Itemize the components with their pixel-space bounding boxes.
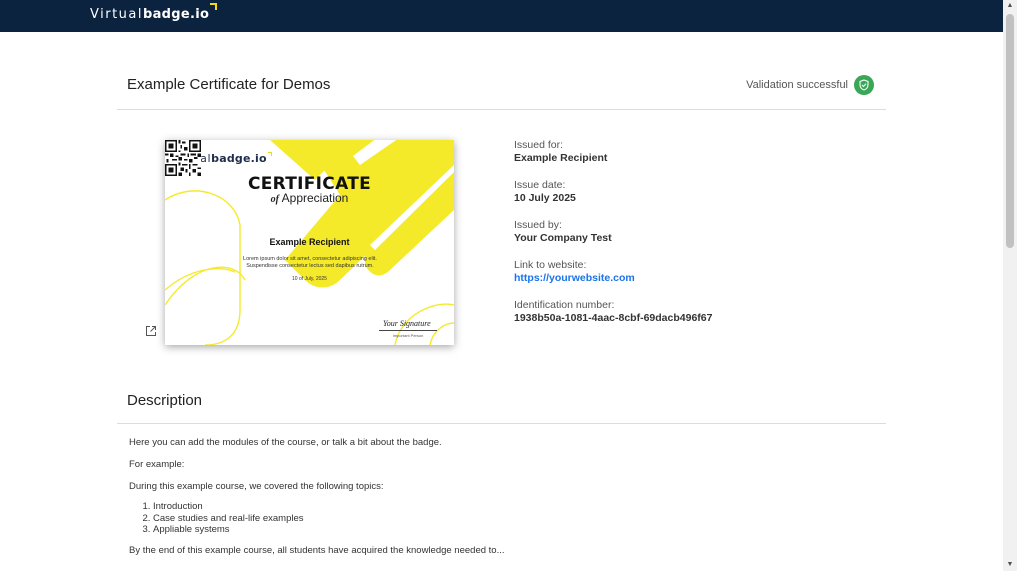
brand-logo[interactable]: Virtualbadge.io	[90, 3, 218, 25]
website-link[interactable]: https://yourwebsite.com	[514, 272, 712, 285]
description-divider	[117, 423, 886, 424]
description-intro: Here you can add the modules of the cour…	[129, 437, 442, 448]
list-item: Appliable systems	[153, 524, 304, 536]
identification-number: Identification number: 1938b50a-1081-4aa…	[514, 299, 712, 325]
issued-for: Issued for: Example Recipient	[514, 139, 712, 165]
issued-by: Issued by: Your Company Test	[514, 219, 712, 245]
page-scrollbar[interactable]: ▲ ▼	[1003, 0, 1017, 571]
issue-date-value: 10 July 2025	[514, 192, 576, 204]
description-closing: By the end of this example course, all s…	[129, 545, 505, 556]
topics-list: Introduction Case studies and real-life …	[129, 501, 304, 536]
qr-code-icon	[165, 140, 201, 176]
certificate-body-text: Lorem ipsum dolor sit amet, consectetur …	[243, 256, 377, 269]
list-item: Introduction	[153, 501, 304, 513]
issued-by-label: Issued by:	[514, 219, 562, 231]
issue-date: Issue date: 10 July 2025	[514, 179, 712, 205]
certificate-subheading: of Appreciation	[270, 191, 349, 205]
validation-text: Validation successful	[746, 79, 848, 91]
description-example-label: For example:	[129, 459, 185, 470]
identification-number-label: Identification number:	[514, 299, 615, 311]
header-divider	[117, 109, 886, 110]
issue-date-label: Issue date:	[514, 179, 566, 191]
validation-status: Validation successful	[746, 75, 874, 95]
description-topics-intro: During this example course, we covered t…	[129, 481, 384, 492]
issued-for-label: Issued for:	[514, 139, 564, 151]
scroll-down-arrow-icon[interactable]: ▼	[1003, 559, 1017, 571]
certificate-signature: Your Signature	[383, 319, 431, 328]
top-navbar: Virtualbadge.io	[0, 0, 1003, 32]
certificate-date: 10 of July, 2025	[292, 276, 327, 282]
logo-text-light: Virtual	[90, 7, 143, 22]
website-label: Link to website:	[514, 259, 587, 271]
list-item: Case studies and real-life examples	[153, 513, 304, 525]
certificate-signer: Important Person	[392, 333, 424, 338]
issued-by-value: Your Company Test	[514, 232, 612, 244]
certificate-title: Example Certificate for Demos	[127, 76, 331, 93]
scroll-thumb[interactable]	[1006, 14, 1014, 248]
shield-check-icon	[854, 75, 874, 95]
certificate-recipient: Example Recipient	[269, 237, 350, 247]
issued-for-value: Example Recipient	[514, 152, 608, 164]
scroll-up-arrow-icon[interactable]: ▲	[1003, 0, 1017, 12]
logo-corner-mark	[210, 3, 218, 10]
logo-text-bold: badge.io	[142, 7, 210, 22]
certificate-details: Issued for: Example Recipient Issue date…	[514, 139, 712, 339]
signature-line	[379, 330, 437, 331]
certificate-image[interactable]: Virtualbadge.io CERTIFICATE of Appreciat…	[165, 140, 454, 345]
external-link-icon[interactable]	[145, 325, 157, 337]
description-title: Description	[127, 392, 203, 409]
website: Link to website: https://yourwebsite.com	[514, 259, 712, 285]
identification-number-value: 1938b50a-1081-4aac-8cbf-69dacb496f67	[514, 312, 713, 324]
